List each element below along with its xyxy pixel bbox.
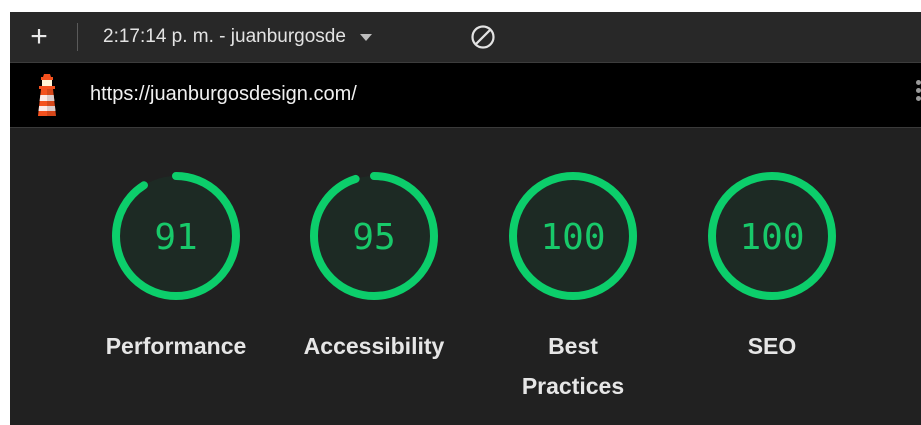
report-selector[interactable]: 2:17:14 p. m. - juanburgosde <box>103 23 372 51</box>
plus-icon: + <box>30 20 48 53</box>
gauge-accessibility-score: 95 <box>352 217 395 258</box>
gauge-seo-label: SEO <box>682 326 862 366</box>
gauge-best-practices-score: 100 <box>540 217 605 258</box>
gauge-accessibility-label-line: Accessibility <box>303 333 445 359</box>
gauge-performance-score: 91 <box>154 217 197 258</box>
gauge-performance-label: Performance <box>86 326 266 366</box>
gauge-best-practices[interactable]: 100 Best Practices <box>483 168 663 406</box>
gauge-seo-label-line: SEO <box>747 333 797 359</box>
report-selector-label: 2:17:14 p. m. - juanburgosde <box>103 26 346 47</box>
gauge-accessibility-label: Accessibility <box>284 326 464 366</box>
score-gauges: 91 Performance 95 Accessibility 100 Best… <box>10 128 921 425</box>
caret-down-icon <box>359 33 372 41</box>
toolbar-divider <box>77 23 78 51</box>
report-url[interactable]: https://juanburgosdesign.com/ <box>90 83 357 106</box>
kebab-menu-icon <box>915 80 921 85</box>
gauge-seo[interactable]: 100 SEO <box>682 168 862 366</box>
report-url-bar: https://juanburgosdesign.com/ <box>10 63 921 128</box>
lighthouse-toolbar: + 2:17:14 p. m. - juanburgosde <box>10 12 921 63</box>
gauge-performance-label-line: Performance <box>105 333 247 359</box>
report-menu-button[interactable] <box>913 77 921 113</box>
clear-reports-button[interactable] <box>470 24 496 50</box>
gauge-seo-ring: 100 <box>708 172 836 300</box>
gauge-accessibility-ring: 95 <box>310 172 438 300</box>
gauge-performance[interactable]: 91 Performance <box>86 168 266 366</box>
gauge-accessibility[interactable]: 95 Accessibility <box>284 168 464 366</box>
block-icon <box>471 25 495 49</box>
lighthouse-icon <box>38 74 56 116</box>
lighthouse-panel: + 2:17:14 p. m. - juanburgosde https://j… <box>10 12 921 425</box>
gauge-seo-score: 100 <box>739 217 804 258</box>
gauge-best-practices-label: Best Practices <box>483 326 663 406</box>
new-report-button[interactable]: + <box>24 22 54 52</box>
gauge-performance-ring: 91 <box>112 172 240 300</box>
gauge-best-practices-ring: 100 <box>509 172 637 300</box>
gauge-best-practices-label-line-1: Best <box>548 333 598 359</box>
gauge-best-practices-label-line-2: Practices <box>521 373 625 399</box>
